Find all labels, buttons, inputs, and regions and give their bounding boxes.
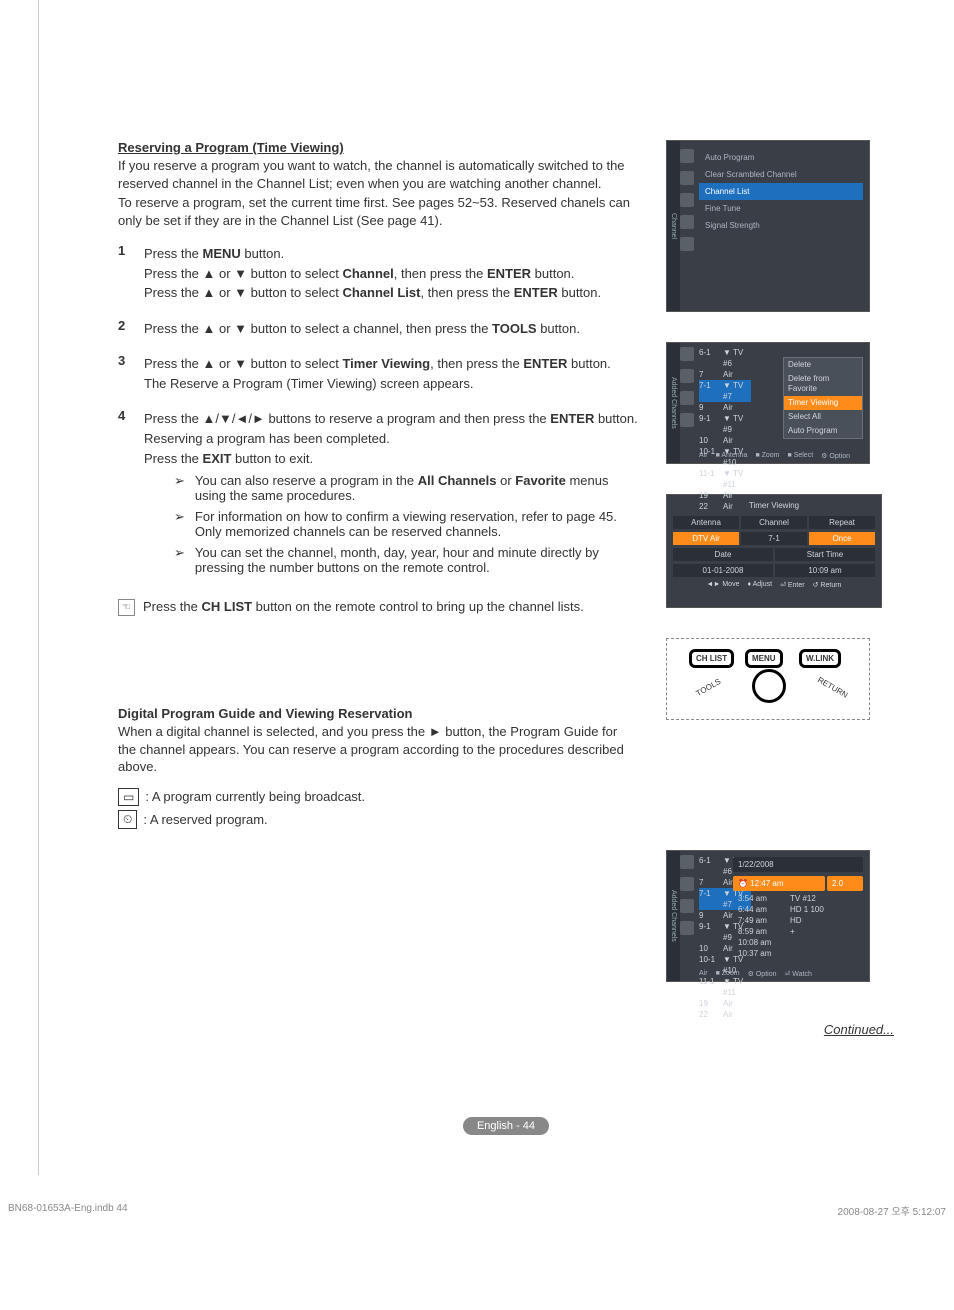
guide-date: 1/22/2008 bbox=[733, 857, 863, 872]
remote-btn-wlink[interactable]: W.LINK bbox=[799, 649, 841, 668]
menu-icon bbox=[680, 193, 694, 207]
note-arrow-icon: ➢ bbox=[174, 545, 185, 575]
main-content: Reserving a Program (Time Viewing) If yo… bbox=[118, 140, 638, 982]
tools-popup: DeleteDelete from FavoriteTimer ViewingS… bbox=[783, 357, 863, 439]
remote-btn-menu[interactable]: MENU bbox=[745, 649, 783, 668]
step-4: 4 Press the ▲/▼/◄/► buttons to reserve a… bbox=[118, 408, 638, 575]
menu-icon bbox=[680, 237, 694, 251]
reserved-icon: ⏲ bbox=[118, 810, 137, 829]
digital-guide-text: When a digital channel is selected, and … bbox=[118, 723, 638, 776]
footer-timestamp: 2008-08-27 오후 5:12:07 bbox=[838, 1203, 946, 1218]
hint-chlist: ☜ Press the CH LIST button on the remote… bbox=[118, 599, 638, 616]
figure-channel-menu: Channel Auto Program Clear Scrambled Cha… bbox=[666, 140, 870, 312]
menu-item[interactable]: Signal Strength bbox=[699, 217, 863, 234]
remote-btn-chlist[interactable]: CH LIST bbox=[689, 649, 734, 668]
heading-reserving: Reserving a Program (Time Viewing) bbox=[118, 140, 638, 155]
note-arrow-icon: ➢ bbox=[174, 473, 185, 503]
step-1: 1 Press the MENU button. Press the ▲ or … bbox=[118, 243, 638, 304]
heading-digital-guide: Digital Program Guide and Viewing Reserv… bbox=[118, 706, 638, 721]
menu-item[interactable]: Fine Tune bbox=[699, 200, 863, 217]
menu-item-selected[interactable]: Channel List bbox=[699, 183, 863, 200]
step-3: 3 Press the ▲ or ▼ button to select Time… bbox=[118, 353, 638, 394]
remote-label-tools: TOOLS bbox=[695, 677, 723, 698]
menu-item[interactable]: Clear Scrambled Channel bbox=[699, 166, 863, 183]
remote-dpad-icon bbox=[752, 669, 786, 703]
figure-remote: CH LIST MENU W.LINK TOOLS RETURN bbox=[666, 638, 870, 720]
menu-item[interactable]: Auto Program bbox=[699, 149, 863, 166]
menu-icon bbox=[680, 215, 694, 229]
figure-program-guide: Added Channels 6-1▼ TV #67Air7-1▼ TV #79… bbox=[666, 850, 870, 982]
step-2: 2 Press the ▲ or ▼ button to select a ch… bbox=[118, 318, 638, 340]
hand-icon: ☜ bbox=[118, 599, 135, 616]
intro-1: If you reserve a program you want to wat… bbox=[118, 157, 638, 192]
page-number: English - 44 bbox=[463, 1117, 549, 1135]
figures-column: Channel Auto Program Clear Scrambled Cha… bbox=[666, 140, 868, 982]
footer-file: BN68-01653A-Eng.indb 44 bbox=[8, 1203, 128, 1218]
menu-icon bbox=[680, 171, 694, 185]
continued: Continued... bbox=[118, 1022, 894, 1037]
remote-label-return: RETURN bbox=[816, 675, 849, 699]
legend: ▭: A program currently being broadcast. … bbox=[118, 788, 638, 829]
figure-channel-list-tools: Added Channels 6-1▼ TV #67Air7-1▼ TV #79… bbox=[666, 342, 870, 464]
broadcast-icon: ▭ bbox=[118, 788, 139, 806]
menu-icon bbox=[680, 149, 694, 163]
intro-2: To reserve a program, set the current ti… bbox=[118, 194, 638, 229]
guide-selected-time[interactable]: ⏰ 12:47 am bbox=[733, 876, 825, 891]
note-arrow-icon: ➢ bbox=[174, 509, 185, 539]
